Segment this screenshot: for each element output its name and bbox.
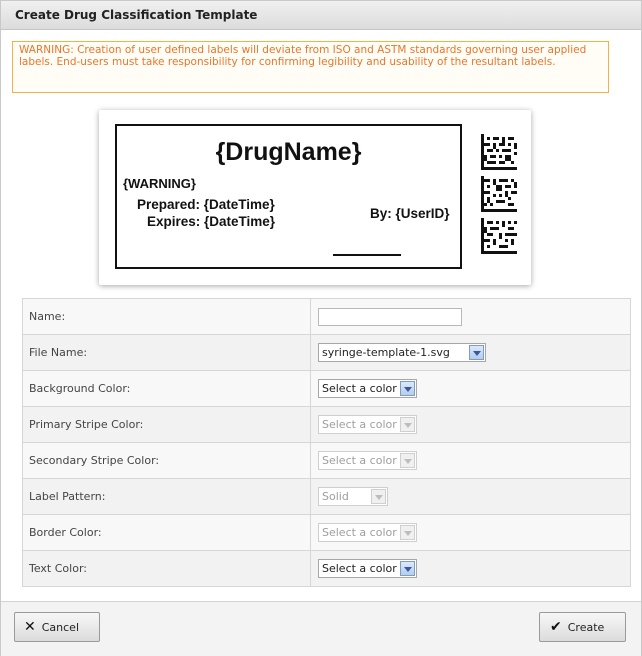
background-color-select[interactable]: Select a color [318, 379, 417, 398]
user-placeholder: By: {UserID} [370, 206, 450, 221]
form-label-file-name: File Name: [22, 334, 311, 371]
drug-name-placeholder: {DrugName} [215, 138, 362, 166]
form-value-cell-background-color: Select a color [310, 370, 631, 407]
warning-text: WARNING: Creation of user defined labels… [19, 44, 587, 68]
chevron-down-icon [469, 345, 484, 360]
secondary-stripe-color-select: Select a color [318, 451, 417, 470]
datamatrix-barcode-icon [481, 176, 517, 212]
template-form: Name: File Name: syringe-template-1.svg Bac… [22, 298, 631, 587]
text-color-select-value: Select a color [322, 562, 397, 575]
form-row-file-name: File Name: syringe-template-1.svg [22, 334, 631, 371]
form-row-name: Name: [22, 298, 631, 335]
form-label-primary-stripe-color: Primary Stripe Color: [22, 406, 311, 443]
dialog-titlebar: Create Drug Classification Template [1, 1, 641, 30]
form-label-secondary-stripe-color: Secondary Stripe Color: [22, 442, 311, 479]
background-color-select-value: Select a color [322, 382, 397, 395]
chevron-down-icon [399, 453, 415, 468]
secondary-stripe-color-select-value: Select a color [322, 454, 397, 467]
cancel-button[interactable]: ✕ Cancel [14, 612, 100, 642]
dialog-title: Create Drug Classification Template [15, 8, 258, 22]
form-row-text-color: Text Color: Select a color [22, 550, 631, 587]
dialog-footer: ✕ Cancel ✔ Create [1, 601, 641, 656]
file-name-select-value: syringe-template-1.svg [322, 346, 450, 359]
close-icon: ✕ [24, 619, 36, 635]
text-color-select[interactable]: Select a color [318, 559, 417, 578]
prepared-placeholder: Prepared: {DateTime} [137, 197, 275, 212]
chevron-down-icon [371, 489, 386, 504]
checkmark-icon: ✔ [550, 619, 562, 635]
warning-box: WARNING: Creation of user defined labels… [12, 41, 609, 93]
form-value-cell-name [310, 298, 631, 335]
form-row-background-color: Background Color: Select a color [22, 370, 631, 407]
signature-line [333, 254, 401, 256]
label-pattern-select: Solid [318, 487, 388, 506]
chevron-down-icon [399, 381, 415, 396]
form-value-cell-primary-stripe-color: Select a color [310, 406, 631, 443]
border-color-select-value: Select a color [322, 526, 397, 539]
create-button[interactable]: ✔ Create [539, 612, 626, 642]
form-row-secondary-stripe-color: Secondary Stripe Color: Select a color [22, 442, 631, 479]
primary-stripe-color-select-value: Select a color [322, 418, 397, 431]
chevron-down-icon [399, 417, 415, 432]
chevron-down-icon [399, 561, 415, 576]
form-label-name: Name: [22, 298, 311, 335]
form-value-cell-border-color: Select a color [310, 514, 631, 551]
chevron-down-icon [399, 525, 415, 540]
create-button-label: Create [567, 620, 605, 634]
form-label-border-color: Border Color: [22, 514, 311, 551]
cancel-button-label: Cancel [41, 620, 79, 634]
datamatrix-barcode-icon [481, 218, 517, 254]
form-value-cell-secondary-stripe-color: Select a color [310, 442, 631, 479]
form-row-label-pattern: Label Pattern: Solid [22, 478, 631, 515]
label-pattern-select-value: Solid [322, 490, 349, 503]
name-input[interactable] [318, 307, 462, 326]
border-color-select: Select a color [318, 523, 417, 542]
form-value-cell-label-pattern: Solid [310, 478, 631, 515]
create-template-dialog: Create Drug Classification Template WARN… [0, 0, 642, 656]
file-name-select[interactable]: syringe-template-1.svg [318, 343, 486, 362]
form-label-text-color: Text Color: [22, 550, 311, 587]
label-preview: {DrugName} {WARNING} Prepared: {DateTime… [99, 110, 531, 285]
warning-placeholder: {WARNING} [123, 176, 196, 191]
form-label-background-color: Background Color: [22, 370, 311, 407]
form-row-primary-stripe-color: Primary Stripe Color: Select a color [22, 406, 631, 443]
form-row-border-color: Border Color: Select a color [22, 514, 631, 551]
primary-stripe-color-select: Select a color [318, 415, 417, 434]
label-frame: {DrugName} {WARNING} Prepared: {DateTime… [115, 124, 462, 269]
form-label-label-pattern: Label Pattern: [22, 478, 311, 515]
datamatrix-barcode-icon [481, 134, 517, 170]
form-value-cell-file-name: syringe-template-1.svg [310, 334, 631, 371]
expires-placeholder: Expires: {DateTime} [147, 214, 276, 229]
form-value-cell-text-color: Select a color [310, 550, 631, 587]
